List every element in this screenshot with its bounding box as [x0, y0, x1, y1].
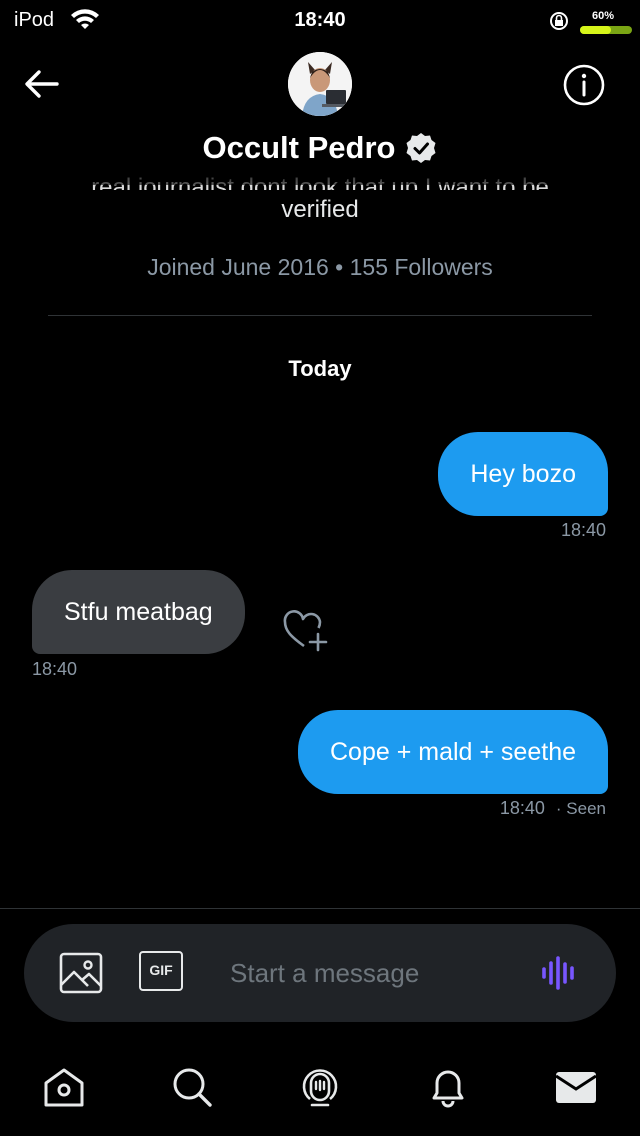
battery-icon — [580, 26, 632, 34]
message-status: 18:40 · Seen — [500, 798, 606, 819]
profile-name: Occult Pedro — [0, 130, 640, 166]
gif-label: GIF — [149, 962, 173, 978]
message-bubble-sent[interactable]: Cope + mald + seethe — [298, 710, 608, 794]
spaces-icon[interactable] — [296, 1063, 344, 1111]
message-bubble-received[interactable]: Stfu meatbag — [32, 570, 245, 654]
mail-icon[interactable] — [552, 1063, 600, 1111]
voice-wave-icon[interactable] — [540, 955, 580, 991]
profile-divider — [48, 315, 592, 316]
day-separator: Today — [288, 356, 352, 381]
rotation-lock-icon — [550, 12, 568, 30]
bell-icon[interactable] — [424, 1063, 472, 1111]
search-icon[interactable] — [168, 1063, 216, 1111]
like-add-icon[interactable] — [282, 608, 330, 652]
info-icon[interactable] — [562, 63, 606, 107]
message-timestamp: 18:40 — [560, 520, 606, 540]
status-bar: iPod 18:40 60% — [0, 0, 640, 40]
profile-joined: Joined June 2016 • 155 Followers — [147, 254, 493, 280]
message-bubble-sent[interactable]: Hey bozo — [438, 432, 608, 516]
message-input[interactable]: Start a message — [230, 958, 419, 989]
battery-level — [580, 26, 612, 34]
home-icon[interactable] — [40, 1063, 88, 1111]
gif-icon[interactable]: GIF — [139, 951, 183, 991]
message-timestamp: 18:40 — [499, 798, 545, 818]
composer-divider — [0, 908, 640, 909]
battery-percent: 60% — [592, 10, 615, 22]
image-icon[interactable] — [58, 951, 104, 995]
status-time: 18:40 — [294, 9, 346, 31]
seen-label: · Seen — [555, 799, 606, 818]
profile-bio: verified — [281, 196, 359, 223]
avatar[interactable] — [288, 52, 352, 116]
profile-name-text: Occult Pedro — [202, 130, 396, 165]
verified-badge-icon — [406, 133, 436, 163]
message-timestamp: 18:40 — [32, 659, 78, 679]
back-arrow-icon[interactable] — [22, 68, 62, 100]
avatar-image — [288, 52, 352, 116]
